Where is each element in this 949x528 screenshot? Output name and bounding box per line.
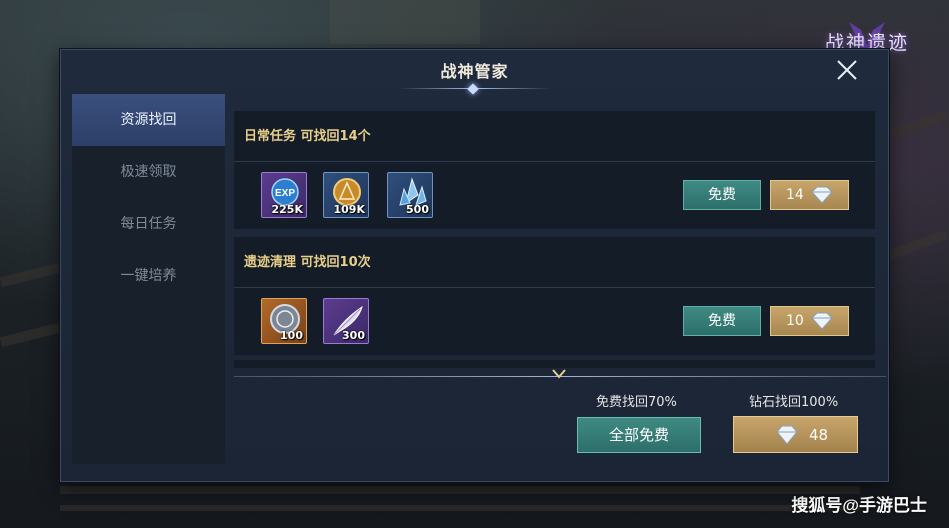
quest-title: 遗迹清理 可找回10次 bbox=[244, 255, 371, 270]
sidebar-item-label: 每日任务 bbox=[120, 216, 177, 232]
diamond-recover-button[interactable]: 14 bbox=[770, 180, 849, 210]
bg-plank bbox=[60, 505, 860, 511]
free-recover-button[interactable]: 免费 bbox=[683, 180, 761, 210]
quest-panel-ruin-cleanup: 遗迹清理 可找回10次 100 300 免费 10 bbox=[234, 237, 875, 355]
diamond-recover-button[interactable]: 10 bbox=[770, 306, 849, 336]
sidebar-item-label: 一键培养 bbox=[120, 268, 177, 284]
diamond-cost: 10 bbox=[786, 313, 804, 329]
sidebar-item-quick-claim[interactable]: 极速领取 bbox=[72, 146, 225, 198]
button-label: 免费 bbox=[708, 187, 736, 203]
close-button[interactable] bbox=[835, 58, 859, 82]
all-diamond-button[interactable]: 48 bbox=[733, 416, 858, 453]
reward-item-silver-coin[interactable]: 100 bbox=[261, 298, 307, 344]
quest-panel-daily: 日常任务 可找回14个 EXP 225K 109K 500 免费 14 bbox=[234, 111, 875, 229]
free-recover-button[interactable]: 免费 bbox=[683, 306, 761, 336]
close-icon bbox=[837, 60, 857, 80]
diamond-rate-label: 钻石找回100% bbox=[749, 395, 839, 410]
bg-plank bbox=[60, 486, 860, 494]
diamond-icon bbox=[776, 425, 798, 445]
sidebar-item-daily-tasks[interactable]: 每日任务 bbox=[72, 198, 225, 250]
diamond-icon bbox=[811, 312, 833, 330]
reward-count: 100 bbox=[280, 329, 303, 342]
sidebar-item-resource-recovery[interactable]: 资源找回 bbox=[72, 94, 225, 146]
reward-item-feather[interactable]: 300 bbox=[323, 298, 369, 344]
bg-plank bbox=[0, 322, 61, 348]
reward-count: 109K bbox=[333, 203, 366, 216]
button-label: 全部免费 bbox=[608, 426, 669, 444]
quest-panel-next-peek bbox=[234, 360, 875, 368]
sidebar-item-label: 资源找回 bbox=[120, 112, 177, 128]
button-label: 免费 bbox=[708, 313, 736, 329]
dialog-title: 战神管家 bbox=[440, 62, 509, 81]
bg-stairs bbox=[330, 0, 480, 44]
free-rate-label: 免费找回70% bbox=[596, 395, 677, 410]
title-gem-icon bbox=[467, 83, 479, 95]
reward-item-gold-coin[interactable]: 109K bbox=[323, 172, 369, 218]
diamond-icon bbox=[811, 186, 833, 204]
butler-dialog: 战神管家 资源找回 极速领取 每日任务 一键培养 日常任务 可找回14个 EXP bbox=[60, 49, 889, 482]
bg-plank bbox=[886, 229, 949, 261]
chevron-down-icon[interactable] bbox=[552, 368, 566, 380]
reward-item-exp[interactable]: EXP 225K bbox=[261, 172, 307, 218]
reward-count: 500 bbox=[406, 203, 429, 216]
watermark: 搜狐号@手游巴士 bbox=[791, 496, 927, 515]
sidebar-item-one-click-train[interactable]: 一键培养 bbox=[72, 250, 225, 302]
divider bbox=[234, 287, 875, 288]
reward-count: 300 bbox=[342, 329, 365, 342]
quest-title: 日常任务 可找回14个 bbox=[244, 129, 371, 144]
reward-count: 225K bbox=[271, 203, 304, 216]
sidebar: 资源找回 极速领取 每日任务 一键培养 bbox=[72, 94, 225, 464]
reward-item-crystal[interactable]: 500 bbox=[387, 172, 433, 218]
diamond-cost: 14 bbox=[786, 187, 804, 203]
divider bbox=[234, 161, 875, 162]
svg-text:EXP: EXP bbox=[275, 188, 295, 199]
diamond-cost: 48 bbox=[809, 426, 829, 444]
bg-plank bbox=[0, 262, 61, 288]
sidebar-item-label: 极速领取 bbox=[120, 164, 177, 180]
bg-plank bbox=[886, 109, 949, 141]
all-free-button[interactable]: 全部免费 bbox=[577, 417, 701, 453]
